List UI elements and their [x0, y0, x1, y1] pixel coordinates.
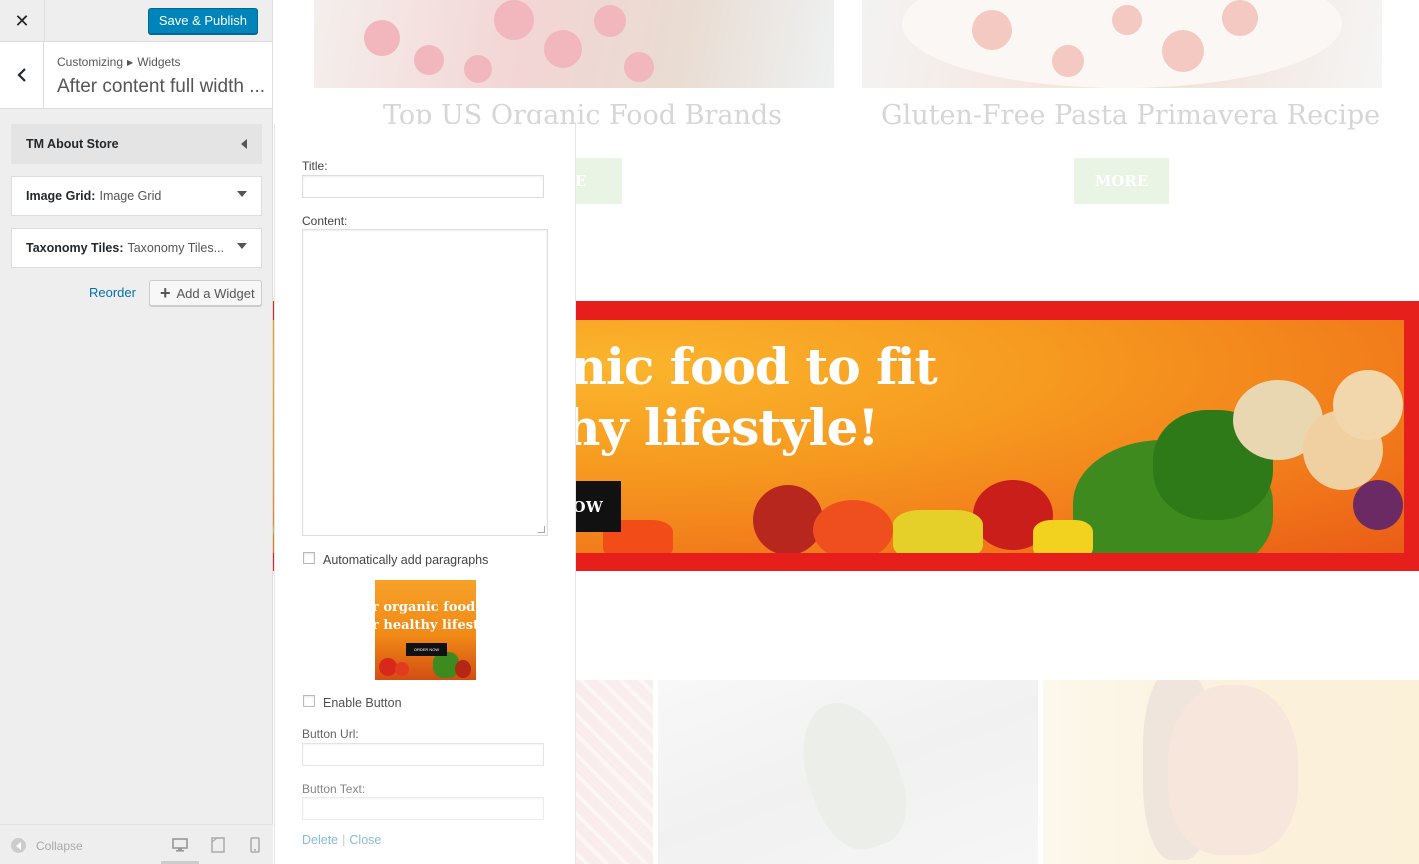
- breadcrumb-root: Customizing: [57, 55, 124, 69]
- widget-settings-panel: Title: Content: Automatically add paragr…: [274, 124, 576, 864]
- close-link[interactable]: Close: [349, 833, 381, 847]
- title-input[interactable]: [302, 175, 544, 198]
- back-arrow-icon[interactable]: [0, 42, 44, 108]
- close-icon[interactable]: ✕: [0, 0, 45, 42]
- resize-grip-icon[interactable]: [538, 526, 545, 533]
- collapse-arrow-icon[interactable]: [241, 139, 247, 149]
- widget-subtitle: Taxonomy Tiles...: [127, 241, 225, 255]
- banner-image-thumbnail[interactable]: r organic food r healthy lifest ORDER NO…: [375, 580, 476, 680]
- category-tile[interactable]: [658, 680, 1038, 864]
- add-widget-button[interactable]: + Add a Widget: [149, 280, 262, 306]
- collapse-icon: [11, 838, 26, 853]
- desktop-preview-icon[interactable]: [171, 836, 189, 854]
- more-button[interactable]: MORE: [1074, 158, 1169, 204]
- post-image-pasta: [862, 0, 1382, 88]
- button-text-input[interactable]: [302, 797, 544, 820]
- category-tile[interactable]: [1043, 680, 1419, 864]
- add-widget-label: Add a Widget: [176, 285, 255, 301]
- widget-tm-about-store[interactable]: TM About Store: [11, 124, 262, 164]
- widget-image-grid[interactable]: Image Grid: Image Grid: [11, 176, 262, 216]
- auto-paragraphs-label: Automatically add paragraphs: [323, 553, 489, 567]
- customizer-footer: Collapse: [0, 824, 273, 864]
- content-textarea[interactable]: [302, 229, 548, 536]
- widget-title: Taxonomy Tiles:: [26, 241, 124, 255]
- post-image-raspberries: [314, 0, 834, 88]
- thumbnail-text-line2: r healthy lifest: [375, 618, 476, 633]
- thumbnail-text-line1: r organic food: [375, 600, 476, 615]
- collapse-button[interactable]: Collapse: [11, 838, 83, 853]
- expand-arrow-icon[interactable]: [237, 191, 247, 197]
- collapse-label: Collapse: [36, 838, 83, 853]
- widget-subtitle: Image Grid: [99, 189, 162, 203]
- widget-title: Image Grid:: [26, 189, 96, 203]
- breadcrumb-child: Widgets: [137, 55, 181, 69]
- plus-icon: +: [160, 283, 171, 303]
- breadcrumb: Customizing ▶ Widgets: [57, 55, 181, 69]
- title-label: Title:: [302, 159, 328, 173]
- widget-taxonomy-tiles[interactable]: Taxonomy Tiles: Taxonomy Tiles...: [11, 228, 262, 268]
- post-title[interactable]: Gluten-Free Pasta Primavera Recipe: [881, 100, 1380, 131]
- enable-button-label: Enable Button: [323, 696, 402, 710]
- customizer-header: ✕ Save & Publish: [0, 0, 272, 42]
- button-url-input[interactable]: [302, 743, 544, 766]
- save-publish-button[interactable]: Save & Publish: [147, 8, 258, 34]
- widget-actions: Delete | Close: [302, 833, 381, 847]
- delete-link[interactable]: Delete: [302, 833, 338, 847]
- thumbnail-order-button: ORDER NOW: [406, 643, 447, 656]
- expand-arrow-icon[interactable]: [237, 243, 247, 249]
- button-text-label: Button Text:: [302, 782, 366, 796]
- mobile-preview-icon[interactable]: [246, 836, 264, 854]
- auto-paragraphs-checkbox[interactable]: [303, 552, 315, 564]
- content-label: Content:: [302, 214, 348, 228]
- customizer-sidebar: ✕ Save & Publish Customizing ▶ Widgets Aft…: [0, 0, 273, 864]
- button-url-label: Button Url:: [302, 727, 359, 741]
- link-separator: |: [342, 833, 346, 847]
- section-header: Customizing ▶ Widgets After content full w…: [0, 42, 272, 109]
- tablet-preview-icon[interactable]: [209, 836, 227, 854]
- enable-button-checkbox[interactable]: [303, 695, 315, 707]
- breadcrumb-arrow-icon: ▶: [127, 58, 134, 67]
- section-title: After content full width ...: [57, 76, 266, 97]
- widget-title: TM About Store: [26, 137, 119, 151]
- reorder-link[interactable]: Reorder: [89, 285, 136, 300]
